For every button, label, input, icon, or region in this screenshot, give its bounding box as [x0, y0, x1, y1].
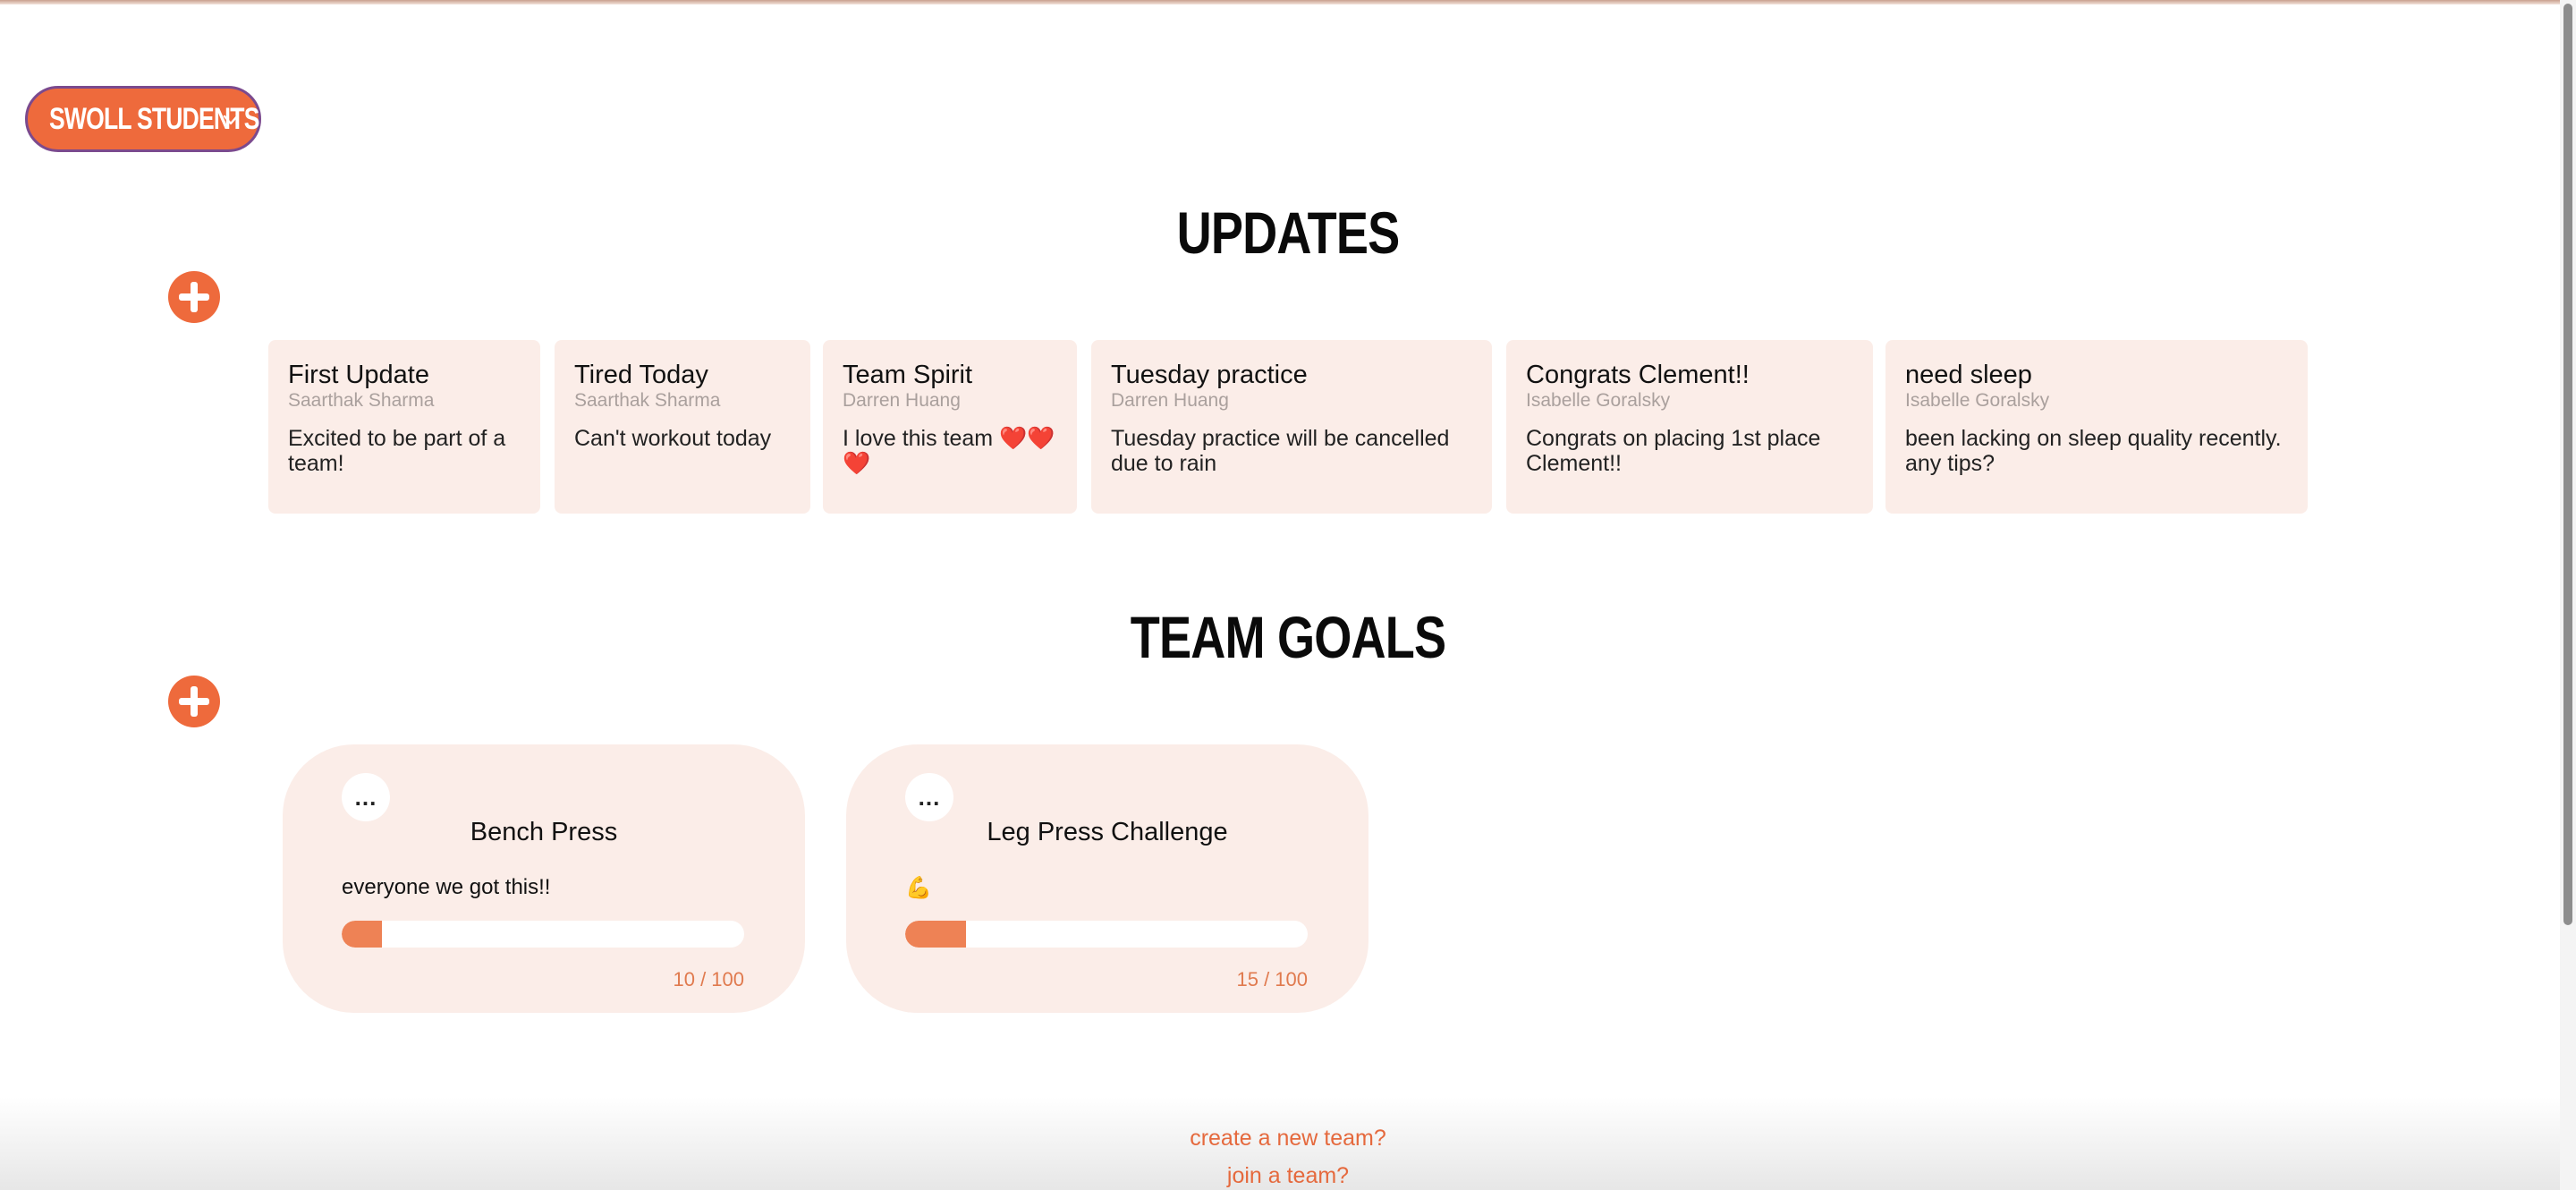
update-body: Excited to be part of a team! — [288, 426, 506, 476]
updates-heading: UPDATES — [1176, 200, 1401, 266]
update-title: Tuesday practice — [1111, 361, 1308, 389]
update-author: Isabelle Goralsky — [1526, 390, 1671, 411]
update-card[interactable]: Tired Today Saarthak Sharma Can't workou… — [555, 340, 810, 514]
goal-description: 💪 — [905, 876, 932, 900]
goal-title: Bench Press — [470, 818, 618, 846]
update-title: Team Spirit — [843, 361, 973, 389]
update-author: Darren Huang — [843, 390, 961, 411]
update-title: Congrats Clement!! — [1526, 361, 1750, 389]
update-card[interactable]: Congrats Clement!! Isabelle Goralsky Con… — [1506, 340, 1873, 514]
team-selector-dropdown[interactable]: SWOLL STUDENTS — [25, 86, 261, 152]
update-card[interactable]: Tuesday practice Darren Huang Tuesday pr… — [1091, 340, 1492, 514]
goal-progress-count: 10 / 100 — [673, 968, 744, 990]
goal-title: Leg Press Challenge — [987, 818, 1228, 846]
update-card[interactable]: need sleep Isabelle Goralsky been lackin… — [1885, 340, 2308, 514]
goal-more-options-button[interactable]: ... — [342, 773, 390, 821]
update-body: been lacking on sleep quality recently. … — [1905, 426, 2282, 476]
join-team-link[interactable]: join a team? — [0, 1163, 2576, 1189]
scrollbar-thumb[interactable] — [2563, 4, 2572, 925]
update-author: Isabelle Goralsky — [1905, 390, 2050, 411]
update-title: Tired Today — [574, 361, 708, 389]
goal-progress-fill — [342, 921, 382, 948]
add-goal-button[interactable] — [168, 676, 220, 727]
update-title: First Update — [288, 361, 429, 389]
update-title: need sleep — [1905, 361, 2032, 389]
update-card[interactable]: Team Spirit Darren Huang I love this tea… — [823, 340, 1077, 514]
update-card[interactable]: First Update Saarthak Sharma Excited to … — [268, 340, 540, 514]
goal-card: ... Leg Press Challenge 💪 15 / 100 — [846, 744, 1368, 1013]
goal-progress-count: 15 / 100 — [1236, 968, 1308, 990]
goal-more-options-button[interactable]: ... — [905, 773, 953, 821]
goal-description: everyone we got this!! — [342, 875, 551, 899]
chevron-down-icon — [223, 115, 239, 125]
top-bar — [0, 0, 2576, 4]
page-scrollbar[interactable] — [2560, 0, 2576, 1190]
update-body: I love this team ❤️❤️❤️ — [843, 426, 1055, 476]
goal-progress-fill — [905, 921, 966, 948]
update-body: Congrats on placing 1st place Clement!! — [1526, 426, 1821, 476]
update-author: Darren Huang — [1111, 390, 1229, 411]
goal-progress-bar — [342, 921, 744, 948]
goal-card: ... Bench Press everyone we got this!! 1… — [283, 744, 805, 1013]
update-body: Can't workout today — [574, 426, 772, 451]
create-team-link[interactable]: create a new team? — [0, 1126, 2576, 1152]
goal-progress-bar — [905, 921, 1308, 948]
update-author: Saarthak Sharma — [288, 390, 435, 411]
update-author: Saarthak Sharma — [574, 390, 721, 411]
add-update-button[interactable] — [168, 271, 220, 323]
team-goals-heading: TEAM GOALS — [1130, 604, 1446, 670]
update-body: Tuesday practice will be cancelled due t… — [1111, 426, 1450, 476]
